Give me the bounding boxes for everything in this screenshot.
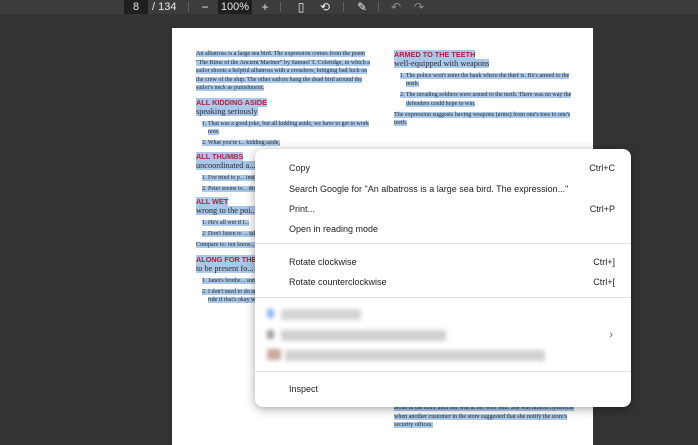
definition: well-equipped with weapons [394, 59, 490, 68]
list-item: 1. He's all wet if I... [202, 219, 250, 226]
right-column-bottom: alone in the store until she was at her … [394, 404, 574, 435]
fit-page-icon[interactable]: ▯ [294, 0, 308, 14]
rotate-counterclockwise-shortcut: Ctrl+[ [593, 277, 615, 287]
heading-all-kidding-aside: ALL KIDDING ASIDE [196, 97, 267, 107]
context-menu: Copy Ctrl+C Search Google for "An albatr… [255, 149, 631, 407]
menu-item-reading-mode[interactable]: Open in reading mode [289, 222, 378, 236]
menu-divider [255, 243, 631, 244]
undo-icon[interactable]: ↶ [389, 0, 403, 14]
toolbar-divider [280, 2, 281, 12]
zoom-out-button[interactable]: − [198, 0, 212, 14]
zoom-level-input[interactable]: 100% [218, 0, 252, 14]
menu-item-search-google[interactable]: Search Google for "An albatross is a lar… [289, 182, 568, 196]
copy-shortcut: Ctrl+C [589, 163, 615, 173]
page-total: / 134 [152, 1, 177, 13]
list-item: 1. That was a good joke, but all kidding… [202, 120, 369, 136]
blurred-extension-item[interactable] [281, 309, 361, 320]
menu-item-inspect[interactable]: Inspect [289, 382, 318, 396]
menu-divider [255, 297, 631, 298]
redo-icon[interactable]: ↷ [412, 0, 426, 14]
blurred-extension-icon [267, 309, 274, 318]
annotate-icon[interactable]: ✎ [355, 0, 369, 14]
zoom-in-button[interactable]: + [258, 0, 272, 14]
intro-paragraph: An albatross is a large sea bird. The ex… [196, 51, 370, 92]
menu-item-print[interactable]: Print... [289, 202, 315, 216]
toolbar-divider [188, 2, 189, 12]
page-number-input[interactable]: 8 [124, 0, 148, 14]
right-column: ARMED TO THE TEETH well-equipped with we… [394, 50, 574, 133]
expression-note: The expression suggests having weapons (… [394, 111, 571, 127]
list-item: 2. What you're t... kidding aside, [202, 140, 280, 147]
toolbar-divider [343, 2, 344, 12]
heading-all-wet: ALL WET [196, 196, 229, 206]
heading-armed-to-the-teeth: ARMED TO THE TEETH [394, 50, 476, 59]
menu-divider [255, 371, 631, 372]
blurred-extension-item[interactable] [285, 350, 545, 361]
blurred-extension-item[interactable] [281, 330, 446, 341]
menu-item-rotate-counterclockwise[interactable]: Rotate counterclockwise [289, 275, 387, 289]
bottom-paragraph: alone in the store until she was at her … [394, 405, 574, 429]
definition: speaking seriously [196, 106, 258, 116]
blurred-extension-icon [267, 349, 281, 360]
menu-item-rotate-clockwise[interactable]: Rotate clockwise [289, 255, 357, 269]
definition: wrong to the poi... [196, 205, 257, 215]
rotate-clockwise-shortcut: Ctrl+] [593, 257, 615, 267]
chevron-right-icon: › [609, 329, 613, 341]
list-item: 2. The invading soldiers were armed to t… [400, 92, 572, 107]
menu-item-copy[interactable]: Copy [289, 161, 310, 175]
rotate-icon[interactable]: ⟲ [318, 0, 332, 14]
list-item: 1. The police won't enter the bank where… [400, 73, 570, 88]
blurred-extension-icon [267, 330, 274, 339]
toolbar-divider [378, 2, 379, 12]
print-shortcut: Ctrl+P [589, 204, 615, 214]
pdf-toolbar: 8 / 134 − 100% + ▯ ⟲ ✎ ↶ ↷ [0, 0, 698, 14]
heading-all-thumbs: ALL THUMBS [196, 151, 244, 161]
